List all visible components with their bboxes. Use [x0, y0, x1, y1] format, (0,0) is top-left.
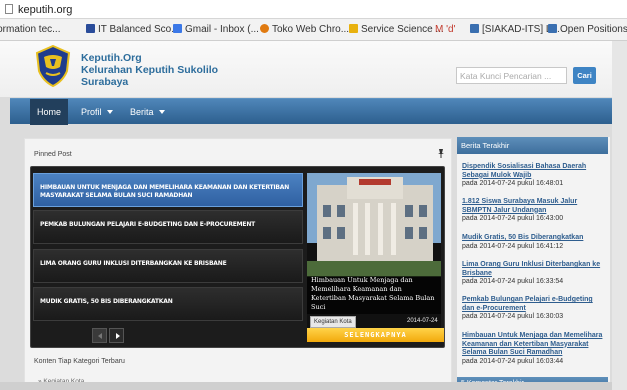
bookmark-label: M 'd' — [435, 24, 456, 35]
chevron-down-icon — [158, 110, 165, 114]
news-item: Mudik Gratis, 50 Bis Diberangkatkan pada… — [462, 234, 607, 251]
bookmark-0[interactable]: Information tec... — [0, 24, 60, 35]
bookmark-favicon — [260, 24, 269, 33]
latest-news-header: Berita Terakhir — [457, 137, 608, 154]
news-meta: pada 2014-07-24 pukul 16:03:44 — [462, 357, 564, 365]
vertical-scrollbar[interactable] — [612, 41, 627, 390]
slider-nav — [92, 328, 124, 343]
bookmark-7[interactable]: Open Positions:... — [548, 24, 627, 35]
horizontal-scrollbar[interactable] — [0, 382, 612, 390]
nav-profil[interactable]: Profil — [81, 99, 113, 125]
bookmark-5[interactable]: M 'd' — [435, 24, 456, 35]
bookmark-favicon — [86, 24, 95, 33]
bookmark-label: Information tec... — [0, 24, 61, 35]
bookmark-label: IT Balanced Sco... — [98, 24, 180, 35]
bookmark-favicon — [349, 24, 358, 33]
address-bar[interactable]: keputih.org — [0, 0, 627, 19]
bookmark-favicon — [548, 24, 557, 33]
nav-profil-label: Profil — [81, 107, 102, 117]
next-arrow-icon[interactable] — [109, 328, 124, 343]
nav-home-label: Home — [36, 107, 61, 117]
news-item: Lima Orang Guru Inklusi Diterbangkan ke … — [462, 261, 607, 287]
bookmark-label: Open Positions:... — [560, 24, 627, 35]
pinned-post-heading: Pinned Post — [34, 151, 72, 158]
nav-berita[interactable]: Berita — [130, 99, 165, 125]
bookmark-favicon — [173, 24, 182, 33]
bookmark-favicon — [470, 24, 479, 33]
slide-item-1[interactable]: HIMBAUAN UNTUK MENJAGA DAN MEMELIHARA KE… — [33, 173, 303, 207]
news-meta: pada 2014-07-24 pukul 16:41:12 — [462, 242, 564, 250]
news-link[interactable]: Pemkab Bulungan Pelajari e-Budgeting dan… — [462, 296, 607, 313]
news-item: Himbauan Untuk Menjaga dan Memelihara Ke… — [462, 332, 607, 366]
nav-berita-label: Berita — [130, 107, 154, 117]
site-subtitle: Kelurahan Keputih Sukolilo — [81, 64, 219, 76]
url-text: keputih.org — [18, 4, 73, 16]
site-city: Surabaya — [81, 76, 129, 88]
news-meta: pada 2014-07-24 pukul 16:30:03 — [462, 313, 564, 321]
news-item: 1.812 Siswa Surabaya Masuk Jalur SBMPTN … — [462, 198, 607, 224]
news-link[interactable]: Himbauan Untuk Menjaga dan Memelihara Ke… — [462, 332, 607, 358]
news-item: Dispendik Sosialisasi Bahasa Daerah Seba… — [462, 163, 607, 189]
search-input[interactable]: Kata Kunci Pencarian ... — [456, 67, 567, 84]
main-navbar: Home Profil Berita — [10, 98, 627, 125]
news-meta: pada 2014-07-24 pukul 16:33:54 — [462, 278, 564, 286]
page-icon — [5, 4, 13, 14]
nav-home[interactable]: Home — [30, 99, 68, 125]
bookmark-4[interactable]: Service Science ... — [349, 24, 444, 35]
site-title[interactable]: Keputih.Org Kelurahan Keputih Sukolilo S… — [81, 52, 218, 88]
slide-item-3[interactable]: LIMA ORANG GURU INKLUSI DITERBANGKAN KE … — [33, 249, 303, 283]
bookmark-3[interactable]: Toko Web Chro... — [260, 24, 349, 35]
pin-icon — [438, 149, 444, 158]
news-link[interactable]: Dispendik Sosialisasi Bahasa Daerah Seba… — [462, 163, 607, 180]
news-link[interactable]: Lima Orang Guru Inklusi Diterbangkan ke … — [462, 261, 607, 278]
bookmark-label: Toko Web Chro... — [272, 24, 350, 35]
read-more-button[interactable]: SELENGKAPNYA — [307, 328, 444, 342]
site-name: Keputih.Org — [81, 52, 142, 64]
bookmark-1[interactable]: IT Balanced Sco... — [86, 24, 180, 35]
bookmark-6[interactable]: [SIAKAD-ITS] L... — [470, 24, 560, 35]
bookmarks-bar: Information tec... IT Balanced Sco... Gm… — [0, 19, 627, 41]
slide-caption: Himbauan Untuk Menjaga dan Memelihara Ke… — [307, 276, 441, 314]
news-link[interactable]: Mudik Gratis, 50 Bis Diberangkatkan — [462, 234, 607, 243]
news-meta: pada 2014-07-24 pukul 16:43:00 — [462, 215, 564, 223]
post-date: 2014-07-24 — [407, 318, 438, 324]
slide-item-4[interactable]: MUDIK GRATIS, 50 BIS DIBERANGKATKAN — [33, 287, 303, 321]
news-link[interactable]: 1.812 Siswa Surabaya Masuk Jalur SBMPTN … — [462, 198, 607, 215]
bookmark-2[interactable]: Gmail - Inbox (... — [173, 24, 259, 35]
news-item: Pemkab Bulungan Pelajari e-Budgeting dan… — [462, 296, 607, 322]
bookmark-label: Gmail - Inbox (... — [185, 24, 259, 35]
search-button[interactable]: Cari — [573, 67, 596, 84]
news-meta: pada 2014-07-24 pukul 16:48:01 — [462, 180, 564, 188]
surabaya-crest-logo[interactable] — [35, 45, 71, 87]
bookmark-label: Service Science ... — [361, 24, 444, 35]
category-tag[interactable]: Kegiatan Kota — [310, 316, 356, 328]
prev-arrow-icon[interactable] — [92, 328, 107, 343]
slide-item-2[interactable]: PEMKAB BULUNGAN PELAJARI E-BUDGETING DAN… — [33, 210, 303, 244]
chevron-down-icon — [106, 110, 113, 114]
category-section-heading: Konten Tiap Kategori Terbaru — [34, 358, 125, 365]
browser-window: keputih.org Information tec... IT Balanc… — [0, 0, 627, 390]
